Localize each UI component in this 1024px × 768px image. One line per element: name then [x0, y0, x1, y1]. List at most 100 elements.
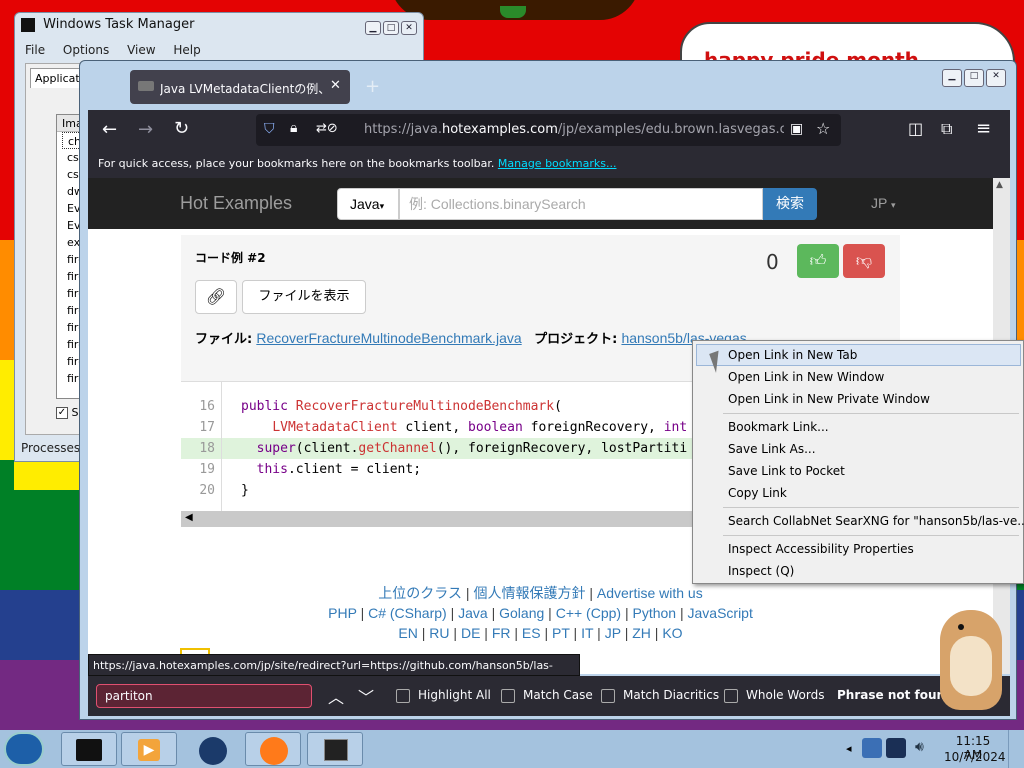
close-icon[interactable]: ✕ [401, 21, 417, 35]
menu-save-link-to-pocket[interactable]: Save Link to Pocket [728, 461, 845, 481]
forward-icon[interactable]: → [138, 119, 153, 140]
start-button-icon[interactable] [4, 732, 44, 766]
footer-separator: | [544, 605, 556, 621]
thumbs-down-icon[interactable]: 👎︎ [843, 244, 885, 278]
url-text[interactable]: https://java.hotexamples.com/jp/examples… [364, 122, 784, 137]
menu-copy-link[interactable]: Copy Link [728, 483, 787, 503]
footer-link[interactable]: Golang [499, 605, 544, 621]
find-previous-icon[interactable]: ︿ [328, 684, 344, 708]
footer-link[interactable]: JavaScript [688, 605, 753, 621]
reader-view-icon[interactable]: ▣ [790, 121, 803, 137]
mascot-mouth [500, 6, 526, 18]
new-tab-icon[interactable]: + [365, 76, 380, 97]
footer-link[interactable]: Java [458, 605, 488, 621]
maximize-icon[interactable]: □ [964, 69, 984, 87]
tab-close-icon[interactable]: ✕ [330, 78, 341, 93]
taskbar-terminal[interactable] [61, 732, 117, 766]
menu-open-link-new-window[interactable]: Open Link in New Window [728, 367, 884, 387]
scroll-up-icon[interactable]: ▲ [996, 180, 1003, 190]
whole-words-checkbox[interactable]: Whole Words [724, 688, 824, 703]
minimize-icon[interactable]: ▁ [365, 21, 381, 35]
footer-links-row-2: PHP | C# (CSharp) | Java | Golang | C++ … [88, 603, 993, 623]
language-select[interactable]: Java▾ [337, 188, 399, 220]
extensions-icon[interactable]: ⧉ [941, 119, 952, 139]
volume-icon[interactable]: 🔊︎ [915, 739, 924, 755]
taskbar-firefox[interactable] [245, 732, 301, 766]
show-hidden-icons-icon[interactable]: ◂ [846, 742, 852, 755]
menu-inspect-accessibility[interactable]: Inspect Accessibility Properties [728, 539, 914, 559]
footer-link[interactable]: C++ (Cpp) [556, 605, 621, 621]
menu-inspect[interactable]: Inspect (Q) [728, 561, 794, 581]
footer-link[interactable]: FR [492, 625, 511, 641]
site-brand[interactable]: Hot Examples [180, 193, 292, 214]
link-icon[interactable]: 🔗︎ [195, 280, 237, 314]
hamster-eye [958, 624, 964, 630]
match-diacritics-checkbox[interactable]: Match Diacritics [601, 688, 719, 703]
find-next-icon[interactable]: ﹀ [358, 684, 374, 708]
footer-separator: | [449, 625, 461, 641]
manage-bookmarks-link[interactable]: Manage bookmarks... [498, 157, 617, 170]
footer-link[interactable]: KO [662, 625, 682, 641]
view-file-button[interactable]: ファイルを表示 [242, 280, 366, 314]
pocket-icon[interactable]: ◫ [908, 119, 923, 138]
search-button[interactable]: 検索 [763, 188, 817, 220]
menu-icon[interactable]: ≡ [976, 118, 991, 139]
file-info-row: ファイル: RecoverFractureMultinodeBenchmark.… [195, 328, 747, 347]
menu-search-searxng[interactable]: Search CollabNet SearXNG for "hanson5b/l… [728, 511, 1024, 531]
highlight-all-checkbox[interactable]: Highlight All [396, 688, 491, 703]
stripe-edge [0, 460, 14, 520]
footer-link[interactable]: 上位のクラス [378, 585, 462, 601]
menu-help[interactable]: Help [173, 43, 200, 57]
footer-link[interactable]: PHP [328, 605, 357, 621]
footer-link[interactable]: 個人情報保護方針 [473, 585, 585, 601]
clock-date[interactable]: 10/7/2024 [944, 750, 1006, 764]
vote-count: 0 [766, 250, 779, 274]
match-case-checkbox[interactable]: Match Case [501, 688, 593, 703]
search-input[interactable]: 例: Collections.binarySearch [399, 188, 763, 220]
menu-open-link-new-tab[interactable]: Open Link in New Tab [728, 345, 857, 365]
url-bar[interactable]: ⛉ 🔒︎ ⇄⊘ https://java.hotexamples.com/jp/… [256, 114, 841, 146]
menu-file[interactable]: File [25, 43, 45, 57]
shield-icon[interactable]: ⛉ [264, 121, 275, 137]
taskbar-task-manager[interactable] [307, 732, 363, 766]
footer-link[interactable]: IT [581, 625, 593, 641]
footer-link[interactable]: Python [632, 605, 676, 621]
find-input[interactable]: partiton [96, 684, 312, 708]
menu-view[interactable]: View [127, 43, 155, 57]
minimize-icon[interactable]: ▁ [942, 69, 962, 87]
footer-link[interactable]: PT [552, 625, 570, 641]
menu-open-link-private-window[interactable]: Open Link in New Private Window [728, 389, 930, 409]
footer-link[interactable]: ZH [632, 625, 651, 641]
footer-link[interactable]: C# (CSharp) [368, 605, 447, 621]
bookmark-star-icon[interactable]: ☆ [816, 119, 830, 138]
show-desktop-button[interactable] [1008, 730, 1024, 768]
lock-icon[interactable]: 🔒︎ [290, 120, 297, 136]
back-icon[interactable]: ← [102, 119, 117, 140]
reload-icon[interactable]: ↻ [174, 118, 189, 139]
footer-link[interactable]: JP [605, 625, 621, 641]
code-text: LVMetadataClient client, boolean foreign… [272, 420, 688, 435]
footer-link[interactable]: RU [429, 625, 449, 641]
permissions-icon[interactable]: ⇄⊘ [316, 121, 338, 136]
menu-save-link-as[interactable]: Save Link As... [728, 439, 816, 459]
task-manager-title: Windows Task Manager [21, 17, 194, 37]
maximize-icon[interactable]: □ [383, 21, 399, 35]
file-link[interactable]: RecoverFractureMultinodeBenchmark.java [256, 330, 521, 346]
footer-link[interactable]: ES [522, 625, 541, 641]
network-icon[interactable] [862, 738, 882, 758]
browser-tab[interactable]: Java LVMetadataClientの例、ed ✕ [130, 70, 350, 104]
footer-link[interactable]: EN [398, 625, 417, 641]
url-path: /jp/examples/edu.brown.lasvegas.client [557, 122, 784, 137]
footer-link[interactable]: Advertise with us [597, 585, 703, 601]
menu-options[interactable]: Options [63, 43, 109, 57]
footer-link[interactable]: DE [461, 625, 480, 641]
locale-dropdown[interactable]: JP ▾ [871, 195, 896, 211]
close-icon[interactable]: ✕ [986, 69, 1006, 87]
code-horizontal-scrollbar[interactable]: ◀ [181, 511, 693, 527]
display-icon[interactable] [886, 738, 906, 758]
taskbar-globe[interactable] [184, 732, 240, 766]
scroll-left-icon[interactable]: ◀ [185, 512, 193, 523]
thumbs-up-icon[interactable]: 👍︎ [797, 244, 839, 278]
taskbar-media-player[interactable]: ▶ [121, 732, 177, 766]
menu-bookmark-link[interactable]: Bookmark Link... [728, 417, 829, 437]
